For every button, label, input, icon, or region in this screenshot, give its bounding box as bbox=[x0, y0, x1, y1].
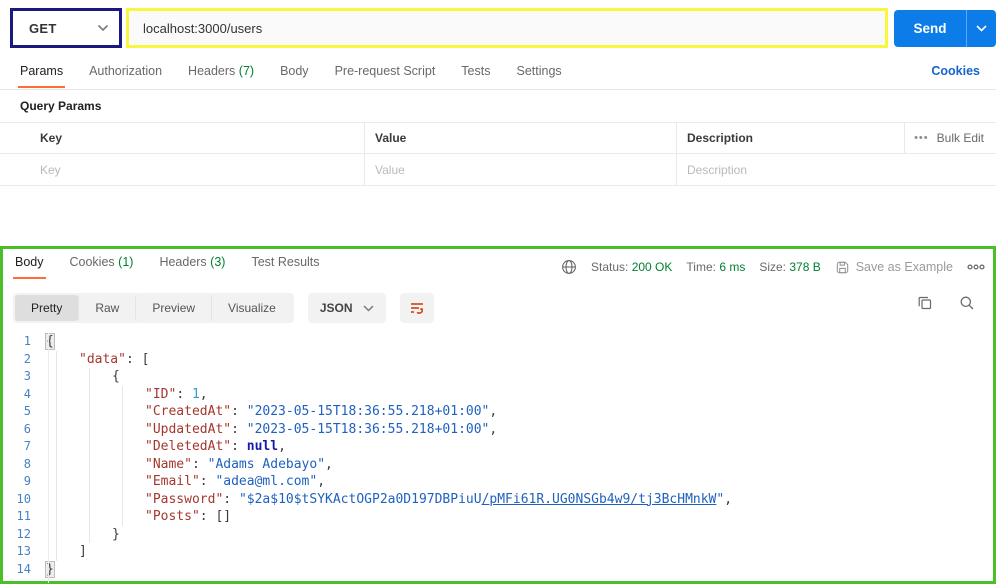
line-number: 14 bbox=[16, 561, 31, 576]
gutter-divider bbox=[48, 333, 49, 583]
format-dropdown-label: JSON bbox=[319, 301, 353, 315]
code-line: 8 "Name": "Adams Adebayo", bbox=[3, 456, 993, 474]
response-panel: Body Cookies (1) Headers (3) Test Result… bbox=[0, 246, 996, 584]
description-column-header: Description bbox=[677, 123, 905, 153]
checkbox-column-header bbox=[0, 123, 30, 153]
line-number: 11 bbox=[16, 509, 31, 523]
response-tab-body[interactable]: Body bbox=[13, 249, 45, 279]
query-params-title: Query Params bbox=[20, 99, 102, 113]
chevron-down-icon bbox=[97, 24, 109, 32]
cookies-link[interactable]: Cookies bbox=[931, 64, 980, 78]
response-meta: Status: 200 OK Time: 6 ms Size: 378 B Sa… bbox=[561, 249, 985, 285]
table-header-row: Key Value Description ••• Bulk Edit bbox=[0, 122, 996, 154]
param-description-input[interactable] bbox=[687, 162, 986, 177]
status-badge: Status: 200 OK bbox=[591, 260, 673, 274]
code-line: 9 "Email": "adea@ml.com", bbox=[3, 473, 993, 491]
time-badge: Time: 6 ms bbox=[686, 260, 746, 274]
response-body-json[interactable]: 1{2 "data": [3{4 "ID": 1, 5 "CreatedAt": "20… bbox=[3, 333, 993, 583]
view-raw[interactable]: Raw bbox=[78, 295, 135, 321]
line-number: 2 bbox=[23, 351, 31, 366]
code-line: 7 "DeletedAt": null, bbox=[3, 438, 993, 456]
response-tab-test-results[interactable]: Test Results bbox=[251, 249, 319, 279]
request-tabs: Params Authorization Headers (7) Body Pr… bbox=[0, 58, 996, 90]
code-line: 5 "CreatedAt": "2023-05-15T18:36:55.218+0… bbox=[3, 403, 993, 421]
code-line: 11 "Posts": [] bbox=[3, 508, 993, 526]
table-row bbox=[0, 154, 996, 186]
request-bar: GET Send bbox=[0, 0, 996, 56]
tab-authorization[interactable]: Authorization bbox=[89, 58, 162, 88]
line-number: 8 bbox=[23, 456, 31, 471]
code-lines: 1{2 "data": [3{4 "ID": 1, 5 "CreatedAt": "20… bbox=[3, 333, 993, 578]
beautify-icon bbox=[408, 299, 426, 317]
line-number: 10 bbox=[16, 491, 31, 506]
more-options-icon[interactable]: ••• bbox=[914, 132, 929, 144]
indent-guide bbox=[56, 351, 57, 561]
code-line: 12} bbox=[3, 526, 993, 544]
search-icon[interactable] bbox=[959, 295, 975, 311]
response-tab-cookies[interactable]: Cookies (1) bbox=[70, 249, 134, 279]
response-tab-headers[interactable]: Headers (3) bbox=[159, 249, 225, 279]
code-line: 1{ bbox=[3, 333, 993, 351]
save-icon bbox=[835, 260, 850, 275]
line-number: 7 bbox=[23, 439, 31, 453]
line-number: 1 bbox=[23, 334, 31, 348]
size-badge: Size: 378 B bbox=[759, 260, 821, 274]
tab-pre-request-script[interactable]: Pre-request Script bbox=[335, 58, 436, 88]
network-globe-icon[interactable] bbox=[561, 259, 577, 275]
indent-guide bbox=[122, 386, 123, 526]
param-value-input[interactable] bbox=[375, 162, 666, 177]
url-input[interactable] bbox=[129, 20, 885, 36]
send-button-label[interactable]: Send bbox=[894, 10, 966, 47]
method-label: GET bbox=[29, 20, 57, 36]
tab-params[interactable]: Params bbox=[17, 58, 66, 88]
line-number: 3 bbox=[23, 369, 31, 383]
copy-icon[interactable] bbox=[917, 295, 933, 311]
url-field-wrapper bbox=[126, 8, 888, 48]
line-number: 13 bbox=[16, 544, 31, 558]
tab-tests[interactable]: Tests bbox=[461, 58, 490, 88]
save-as-example-label: Save as Example bbox=[855, 260, 953, 274]
beautify-button[interactable] bbox=[399, 293, 434, 323]
tab-headers[interactable]: Headers (7) bbox=[188, 58, 254, 88]
code-line: 13] bbox=[3, 543, 993, 561]
method-dropdown[interactable]: GET bbox=[10, 8, 122, 48]
line-number: 4 bbox=[23, 386, 31, 401]
indent-guide bbox=[89, 368, 90, 543]
line-number: 12 bbox=[16, 526, 31, 541]
send-button[interactable]: Send bbox=[894, 10, 996, 47]
view-mode-segmented-control: Pretty Raw Preview Visualize bbox=[13, 293, 294, 323]
response-tools bbox=[917, 295, 975, 311]
code-line: 10 "Password": "$2a$10$tSYKActOGP2a0D197D… bbox=[3, 491, 993, 509]
row-checkbox-cell bbox=[0, 154, 30, 185]
response-view-bar: Pretty Raw Preview Visualize JSON bbox=[13, 293, 434, 323]
code-line: 3{ bbox=[3, 368, 993, 386]
value-column-header: Value bbox=[365, 123, 677, 153]
code-line: 6 "UpdatedAt": "2023-05-15T18:36:55.218+0… bbox=[3, 421, 993, 439]
save-as-example-button[interactable]: Save as Example bbox=[835, 260, 953, 275]
line-number: 6 bbox=[23, 421, 31, 436]
line-number: 5 bbox=[23, 404, 31, 418]
code-line: 2 "data": [ bbox=[3, 351, 993, 369]
code-line: 14} bbox=[3, 560, 993, 579]
tab-body[interactable]: Body bbox=[280, 58, 309, 88]
view-preview[interactable]: Preview bbox=[135, 295, 211, 321]
code-line: 4 "ID": 1, bbox=[3, 386, 993, 404]
bulk-edit-button[interactable]: ••• Bulk Edit bbox=[905, 123, 996, 153]
param-key-input[interactable] bbox=[40, 162, 354, 177]
response-more-options-icon[interactable] bbox=[967, 263, 985, 271]
view-pretty[interactable]: Pretty bbox=[15, 295, 79, 321]
send-options-caret[interactable] bbox=[966, 10, 996, 47]
view-visualize[interactable]: Visualize bbox=[211, 295, 292, 321]
tab-settings[interactable]: Settings bbox=[516, 58, 561, 88]
line-number: 9 bbox=[23, 474, 31, 488]
bulk-edit-label[interactable]: Bulk Edit bbox=[937, 131, 984, 145]
key-column-header: Key bbox=[30, 123, 365, 153]
query-params-table: Key Value Description ••• Bulk Edit bbox=[0, 122, 996, 186]
format-dropdown[interactable]: JSON bbox=[307, 293, 386, 323]
